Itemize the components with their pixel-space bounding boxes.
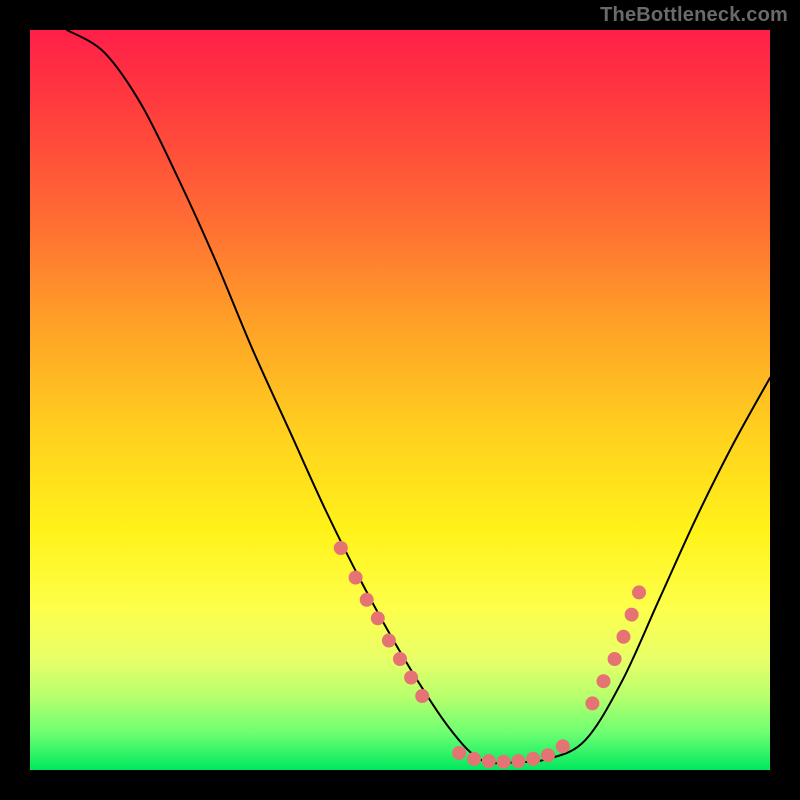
data-marker (371, 611, 385, 625)
data-marker (334, 541, 348, 555)
data-marker (511, 754, 525, 768)
data-marker (616, 630, 630, 644)
bottleneck-curve (67, 30, 770, 763)
curve-svg (30, 30, 770, 770)
data-marker (360, 593, 374, 607)
data-marker (349, 571, 363, 585)
data-marker (415, 689, 429, 703)
data-marker (382, 634, 396, 648)
plot-area (30, 30, 770, 770)
data-marker (482, 754, 496, 768)
data-marker (556, 739, 570, 753)
data-marker (541, 748, 555, 762)
data-marker (497, 755, 511, 769)
data-marker (608, 652, 622, 666)
data-marker (452, 746, 466, 760)
data-marker (393, 652, 407, 666)
data-marker (632, 585, 646, 599)
data-marker (585, 696, 599, 710)
data-marker (597, 674, 611, 688)
data-marker (625, 608, 639, 622)
data-marker (404, 671, 418, 685)
chart-container: TheBottleneck.com (0, 0, 800, 800)
data-marker (526, 752, 540, 766)
data-markers (334, 541, 646, 769)
watermark-text: TheBottleneck.com (600, 4, 788, 27)
data-marker (467, 752, 481, 766)
